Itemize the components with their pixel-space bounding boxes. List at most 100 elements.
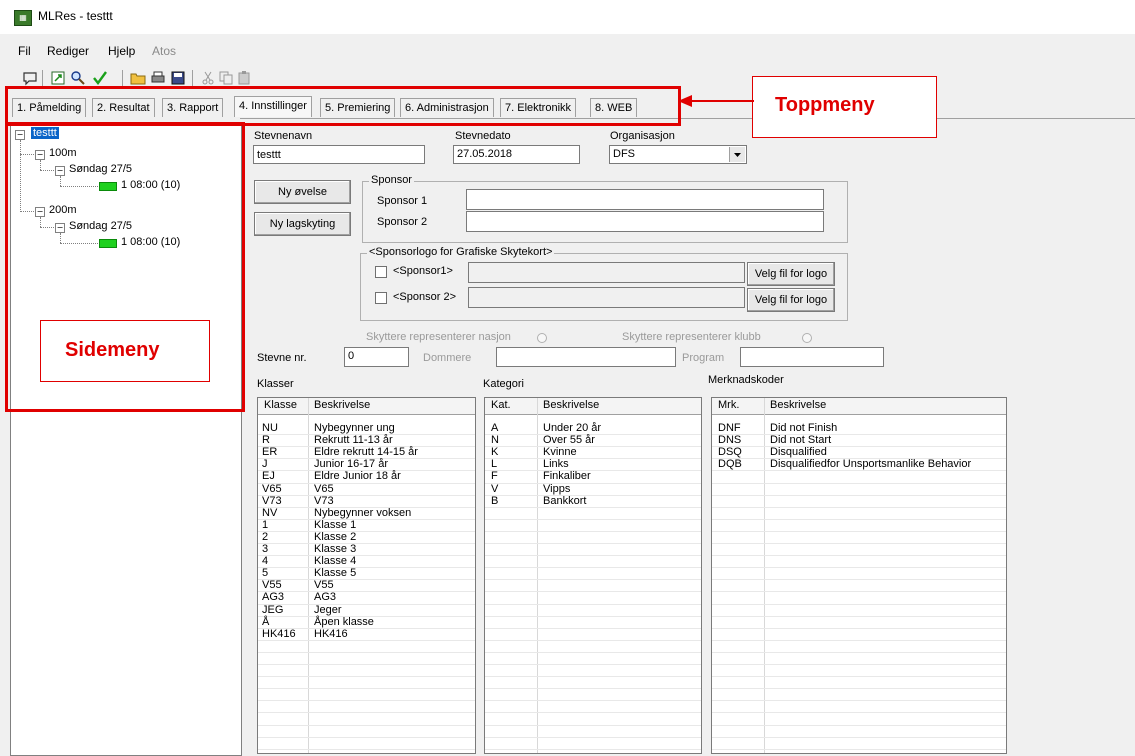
table-row[interactable]: B Bankkort bbox=[485, 495, 701, 508]
chevron-down-icon[interactable] bbox=[729, 147, 745, 162]
table-row[interactable]: F Finkaliber bbox=[485, 470, 701, 483]
cut-icon[interactable] bbox=[200, 70, 216, 86]
kategori-col-beskrivelse[interactable]: Beskrivelse bbox=[543, 399, 599, 411]
stevnenavn-input[interactable]: testtt bbox=[253, 145, 425, 164]
klasser-col-klasse[interactable]: Klasse bbox=[264, 399, 297, 411]
row-code: Å bbox=[262, 615, 270, 628]
organisasjon-label: Organisasjon bbox=[610, 130, 675, 142]
nasjon-radio[interactable] bbox=[537, 333, 547, 343]
merk-col-beskrivelse[interactable]: Beskrivelse bbox=[770, 399, 826, 411]
table-row[interactable]: ER Eldre rekrutt 14-15 år bbox=[258, 446, 475, 459]
row-description: Bankkort bbox=[543, 494, 587, 507]
table-row[interactable]: K Kvinne bbox=[485, 446, 701, 459]
sponsor1-logo-label: <Sponsor1> bbox=[393, 265, 453, 277]
check-icon[interactable] bbox=[92, 70, 108, 86]
table-row[interactable]: J Junior 16-17 år bbox=[258, 458, 475, 471]
row-description: AG3 bbox=[314, 591, 337, 604]
table-row[interactable]: 3 Klasse 3 bbox=[258, 543, 475, 556]
row-description: HK416 bbox=[314, 627, 348, 640]
row-code: 2 bbox=[262, 530, 269, 543]
sponsorlogo-group: <Sponsorlogo for Grafiske Skytekort> <Sp… bbox=[360, 246, 848, 321]
row-description: Disqualifiedfor Unsportsmanlike Behavior bbox=[770, 458, 972, 471]
klasser-list[interactable]: Klasse Beskrivelse NU Nybegynner ung R Rekr… bbox=[257, 397, 476, 754]
organisasjon-select[interactable]: DFS bbox=[609, 145, 747, 164]
row-description: Junior 16-17 år bbox=[314, 458, 388, 471]
row-code: AG3 bbox=[262, 591, 285, 604]
dommere-input[interactable] bbox=[496, 347, 676, 367]
search-icon[interactable] bbox=[70, 70, 86, 86]
paste-icon[interactable] bbox=[236, 70, 252, 86]
row-code: N bbox=[491, 434, 499, 447]
kategori-list[interactable]: Kat. Beskrivelse A Under 20 år N Over 55 år… bbox=[484, 397, 702, 754]
velg-fil-logo1-button[interactable]: Velg fil for logo bbox=[747, 262, 835, 286]
table-row[interactable]: AG3 AG3 bbox=[258, 591, 475, 604]
row-description: Eldre rekrutt 14-15 år bbox=[314, 446, 418, 459]
sponsorlogo-group-title: <Sponsorlogo for Grafiske Skytekort> bbox=[367, 246, 555, 258]
program-input[interactable] bbox=[740, 347, 884, 367]
stevnedato-input[interactable]: 27.05.2018 bbox=[453, 145, 580, 164]
table-row[interactable]: 2 Klasse 2 bbox=[258, 531, 475, 544]
row-code: V65 bbox=[262, 482, 282, 495]
table-row[interactable]: DSQ Disqualified bbox=[712, 446, 1006, 459]
sponsor2-logo-checkbox[interactable] bbox=[375, 292, 387, 304]
table-row[interactable]: JEG Jeger bbox=[258, 604, 475, 617]
menu-atos[interactable]: Atos bbox=[152, 44, 176, 58]
print-icon[interactable] bbox=[150, 70, 166, 86]
sponsor2-logo-path[interactable] bbox=[468, 287, 745, 308]
table-row[interactable]: Å Åpen klasse bbox=[258, 616, 475, 629]
table-row[interactable]: R Rekrutt 11-13 år bbox=[258, 434, 475, 447]
table-row[interactable]: 5 Klasse 5 bbox=[258, 567, 475, 580]
row-description: Eldre Junior 18 år bbox=[314, 470, 401, 483]
row-description: Klasse 1 bbox=[314, 518, 357, 531]
table-row[interactable]: EJ Eldre Junior 18 år bbox=[258, 470, 475, 483]
open-folder-icon[interactable] bbox=[130, 70, 146, 86]
menu-rediger[interactable]: Rediger bbox=[47, 44, 89, 58]
klasser-title: Klasser bbox=[257, 378, 294, 390]
copy-icon[interactable] bbox=[218, 70, 234, 86]
menu-fil[interactable]: Fil bbox=[18, 44, 31, 58]
save-icon[interactable] bbox=[170, 70, 186, 86]
klubb-radio[interactable] bbox=[802, 333, 812, 343]
sponsor1-logo-checkbox[interactable] bbox=[375, 266, 387, 278]
refresh-icon[interactable] bbox=[50, 70, 66, 86]
table-row[interactable]: 4 Klasse 4 bbox=[258, 555, 475, 568]
table-row[interactable]: HK416 HK416 bbox=[258, 628, 475, 641]
kategori-col-kat[interactable]: Kat. bbox=[491, 399, 511, 411]
sponsor1-input[interactable] bbox=[466, 189, 824, 210]
row-description: Klasse 2 bbox=[314, 530, 357, 543]
table-row[interactable]: V73 V73 bbox=[258, 495, 475, 508]
row-code: DNF bbox=[718, 422, 741, 434]
table-row[interactable]: V65 V65 bbox=[258, 483, 475, 496]
sidemeny-callout-box: Sidemeny bbox=[40, 320, 210, 382]
row-code: DQB bbox=[718, 458, 742, 471]
table-row[interactable]: A Under 20 år bbox=[485, 422, 701, 435]
table-row[interactable]: V55 V55 bbox=[258, 579, 475, 592]
row-description: Did not Start bbox=[770, 434, 832, 447]
table-row[interactable]: DNF Did not Finish bbox=[712, 422, 1006, 435]
merknadskoder-list[interactable]: Mrk. Beskrivelse DNF Did not Finish DNS Did… bbox=[711, 397, 1007, 754]
table-row[interactable]: L Links bbox=[485, 458, 701, 471]
sponsor2-input[interactable] bbox=[466, 211, 824, 232]
table-row[interactable]: 1 Klasse 1 bbox=[258, 519, 475, 532]
row-code: V bbox=[491, 482, 499, 495]
table-row[interactable]: NV Nybegynner voksen bbox=[258, 507, 475, 520]
chat-icon[interactable] bbox=[22, 70, 38, 86]
table-row[interactable]: DNS Did not Start bbox=[712, 434, 1006, 447]
row-code: EJ bbox=[262, 470, 275, 483]
table-row[interactable]: V Vipps bbox=[485, 483, 701, 496]
sponsor1-logo-path[interactable] bbox=[468, 262, 745, 283]
sponsor2-label: Sponsor 2 bbox=[377, 216, 428, 228]
sponsor-group: Sponsor Sponsor 1 Sponsor 2 bbox=[362, 174, 848, 243]
menu-hjelp[interactable]: Hjelp bbox=[108, 44, 135, 58]
ny-lagskyting-button[interactable]: Ny lagskyting bbox=[254, 212, 351, 236]
klasser-col-beskrivelse[interactable]: Beskrivelse bbox=[314, 399, 370, 411]
ny-ovelse-button[interactable]: Ny øvelse bbox=[254, 180, 351, 204]
table-row[interactable]: N Over 55 år bbox=[485, 434, 701, 447]
toppmeny-highlight bbox=[5, 86, 681, 126]
table-row[interactable]: DQB Disqualifiedfor Unsportsmanlike Behav… bbox=[712, 458, 1006, 471]
table-row[interactable]: NU Nybegynner ung bbox=[258, 422, 475, 435]
velg-fil-logo2-button[interactable]: Velg fil for logo bbox=[747, 288, 835, 312]
row-code: DSQ bbox=[718, 446, 742, 459]
merk-col-mrk[interactable]: Mrk. bbox=[718, 399, 739, 411]
stevne-nr-input[interactable]: 0 bbox=[344, 347, 409, 367]
